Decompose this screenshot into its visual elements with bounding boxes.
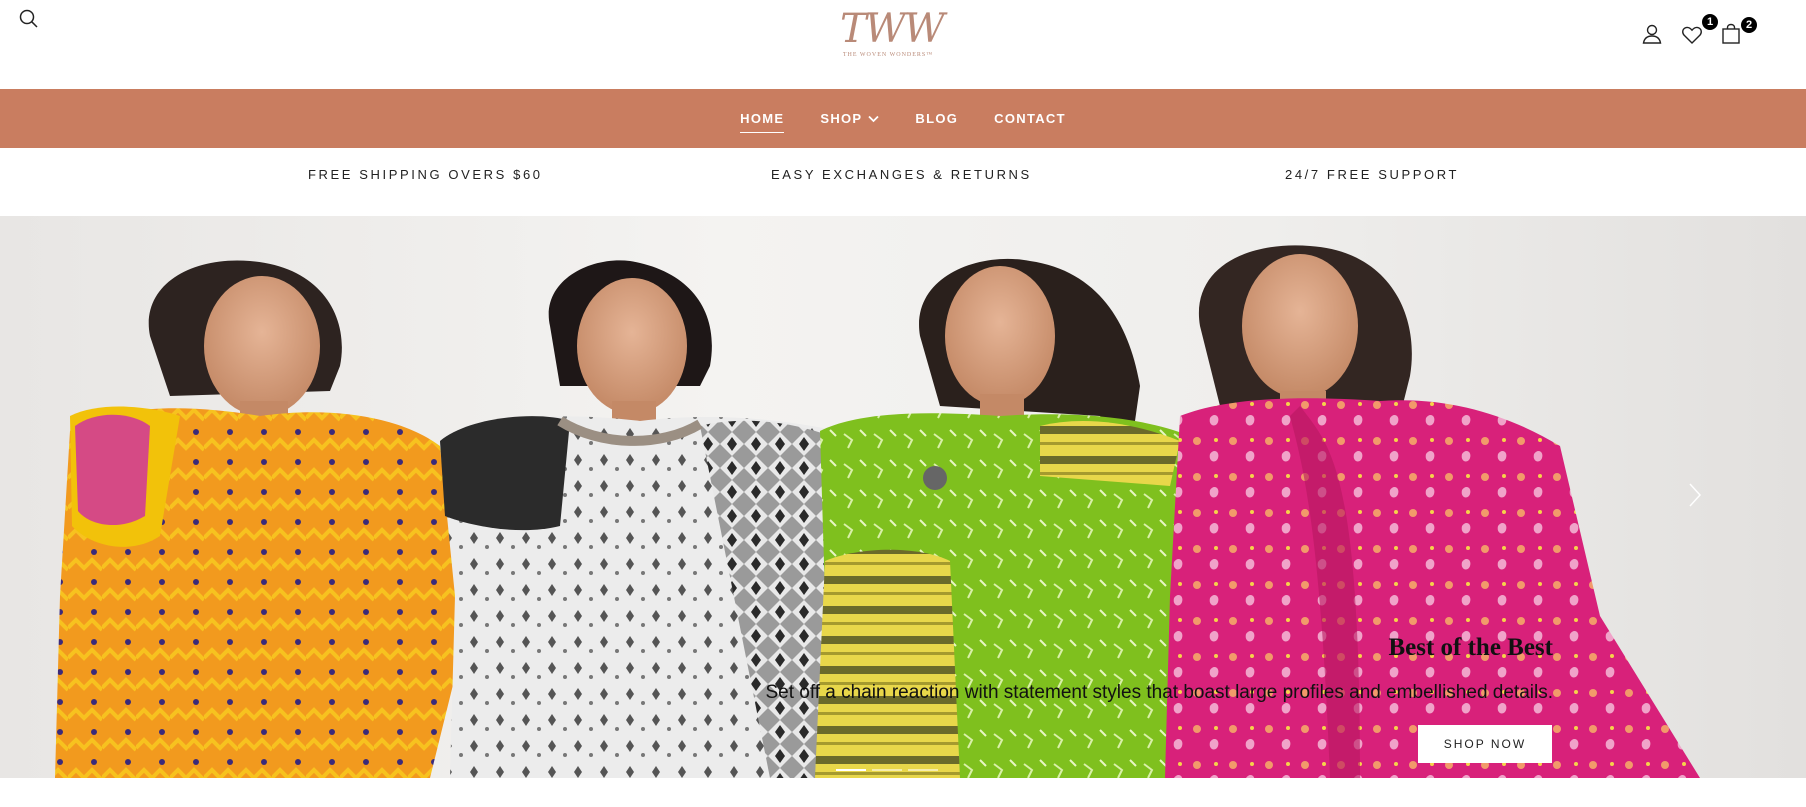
feature-free-shipping: FREE SHIPPING OVERS $60 [308, 167, 543, 182]
shop-now-button[interactable]: SHOP NOW [1418, 725, 1552, 763]
chevron-down-icon [868, 111, 880, 126]
nav-item-blog[interactable]: BLOG [897, 111, 976, 126]
logo-mark: TWW [840, 6, 945, 52]
nav-item-label: HOME [740, 111, 785, 126]
chevron-right-icon[interactable] [1683, 480, 1707, 510]
nav-item-label: SHOP [820, 111, 863, 126]
slider-dot[interactable] [836, 769, 866, 771]
hero-title: Best of the Best [1388, 634, 1553, 661]
main-nav: HOME SHOP BLOG CONTACT [0, 89, 1806, 148]
nav-item-shop[interactable]: SHOP [802, 111, 897, 126]
site-header: TWW THE WOVEN WONDERS™ 1 2 [0, 0, 1806, 89]
logo-tagline: THE WOVEN WONDERS™ [842, 52, 934, 58]
wishlist-count-badge: 1 [1702, 14, 1718, 30]
cart-count-badge: 2 [1741, 17, 1757, 33]
features-bar: FREE SHIPPING OVERS $60 EASY EXCHANGES &… [0, 148, 1806, 216]
nav-item-home[interactable]: HOME [722, 111, 802, 133]
nav-item-contact[interactable]: CONTACT [976, 111, 1084, 126]
slider-dot[interactable] [908, 769, 938, 771]
heart-icon[interactable] [1680, 23, 1704, 47]
hero-slider: Best of the Best Set off a chain reactio… [0, 216, 1806, 778]
slider-pagination [836, 769, 938, 771]
brand-logo[interactable]: TWW THE WOVEN WONDERS™ [840, 4, 945, 68]
nav-item-label: BLOG [915, 111, 959, 126]
search-icon[interactable] [18, 8, 40, 30]
feature-support: 24/7 FREE SUPPORT [1285, 167, 1460, 182]
user-icon[interactable] [1640, 22, 1664, 46]
hero-description: Set off a chain reaction with statement … [765, 682, 1553, 703]
bag-icon[interactable] [1719, 22, 1743, 46]
slider-dot[interactable] [872, 769, 902, 771]
nav-item-label: CONTACT [994, 111, 1066, 126]
feature-easy-exchanges: EASY EXCHANGES & RETURNS [771, 167, 1032, 182]
